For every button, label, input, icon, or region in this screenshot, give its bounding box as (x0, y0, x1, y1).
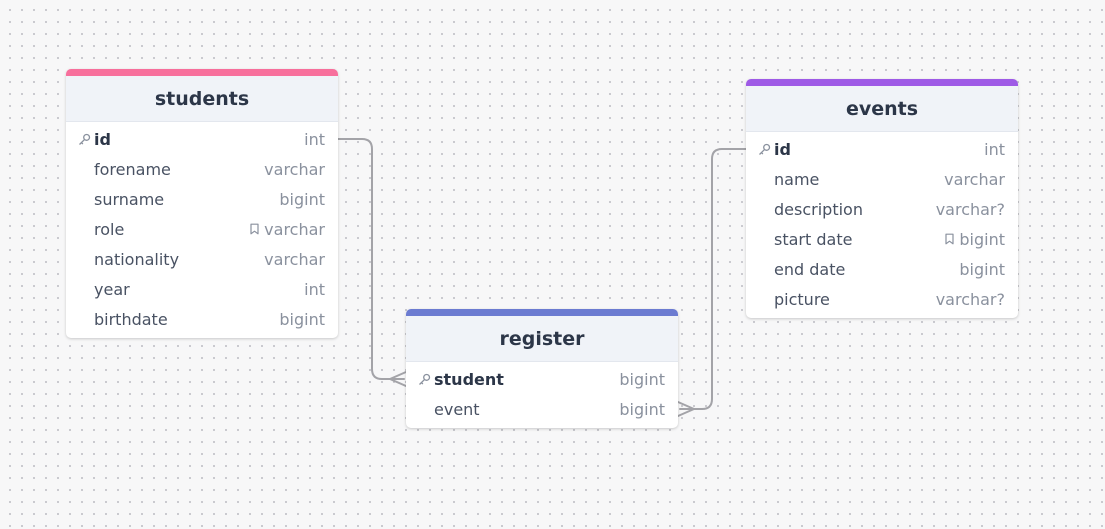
column-type: bigint (959, 259, 1005, 279)
table-accent-bar (406, 309, 678, 316)
column-name: id (94, 129, 111, 149)
column-type: bigint (619, 369, 665, 389)
column-name: nationality (94, 249, 180, 269)
column-type: bigint (619, 399, 665, 419)
column-row-picture[interactable]: picture varchar? (746, 284, 1018, 314)
column-type: varchar (249, 220, 325, 239)
column-row-forename[interactable]: forename varchar (66, 154, 338, 184)
table-accent-bar (66, 69, 338, 76)
column-row-id[interactable]: id int (746, 134, 1018, 164)
table-title[interactable]: events (746, 86, 1018, 132)
column-type: varchar? (935, 199, 1005, 219)
table-students[interactable]: students id int forename varchar surname… (66, 69, 338, 338)
column-row-surname[interactable]: surname bigint (66, 184, 338, 214)
connector-students-register[interactable] (337, 138, 405, 380)
crowfoot-register-student (389, 371, 407, 387)
column-type: bigint (944, 230, 1005, 249)
table-title[interactable]: register (406, 316, 678, 362)
column-row-birthdate[interactable]: birthdate bigint (66, 304, 338, 334)
connector-events-register[interactable] (679, 148, 747, 410)
column-name: picture (774, 289, 830, 309)
column-type: varchar (264, 249, 325, 269)
column-type: varchar (944, 169, 1005, 189)
column-row-start-date[interactable]: start date bigint (746, 224, 1018, 254)
column-type: int (304, 279, 325, 299)
column-list: id int forename varchar surname bigint r… (66, 122, 338, 338)
key-icon (418, 373, 434, 386)
column-row-end-date[interactable]: end date bigint (746, 254, 1018, 284)
diagram-canvas[interactable]: students id int forename varchar surname… (0, 0, 1105, 529)
key-icon (78, 133, 94, 146)
column-row-nationality[interactable]: nationality varchar (66, 244, 338, 274)
column-name: name (774, 169, 820, 189)
column-row-event[interactable]: event bigint (406, 394, 678, 424)
column-name: year (94, 279, 130, 299)
column-type: bigint (279, 189, 325, 209)
key-icon (758, 143, 774, 156)
column-row-role[interactable]: role varchar (66, 214, 338, 244)
column-name: surname (94, 189, 165, 209)
column-type: varchar? (935, 289, 1005, 309)
table-accent-bar (746, 79, 1018, 86)
column-row-description[interactable]: description varchar? (746, 194, 1018, 224)
table-register[interactable]: register student bigint event bigint (406, 309, 678, 428)
column-list: student bigint event bigint (406, 362, 678, 428)
bookmark-icon[interactable] (944, 233, 955, 245)
column-row-name[interactable]: name varchar (746, 164, 1018, 194)
column-name: end date (774, 259, 846, 279)
column-name: description (774, 199, 863, 219)
column-name: role (94, 219, 125, 239)
column-name: id (774, 139, 791, 159)
table-title[interactable]: students (66, 76, 338, 122)
table-events[interactable]: events id int name varchar description v… (746, 79, 1018, 318)
column-row-id[interactable]: id int (66, 124, 338, 154)
column-name: start date (774, 229, 853, 249)
column-row-year[interactable]: year int (66, 274, 338, 304)
column-name: student (434, 369, 504, 389)
column-name: event (434, 399, 480, 419)
column-name: birthdate (94, 309, 168, 329)
column-list: id int name varchar description varchar?… (746, 132, 1018, 318)
crowfoot-register-event (677, 401, 695, 417)
bookmark-icon[interactable] (249, 223, 260, 235)
column-row-student[interactable]: student bigint (406, 364, 678, 394)
column-type: int (304, 129, 325, 149)
column-type: int (984, 139, 1005, 159)
column-name: forename (94, 159, 171, 179)
column-type: bigint (279, 309, 325, 329)
column-type: varchar (264, 159, 325, 179)
